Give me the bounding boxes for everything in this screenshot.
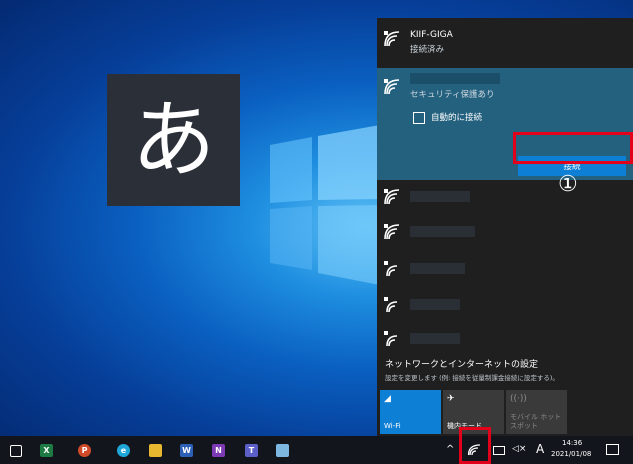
ime-mode-tray[interactable]: A <box>536 442 544 456</box>
network-item[interactable] <box>377 250 633 286</box>
network-name-redacted <box>410 226 475 237</box>
wifi-secured-icon <box>384 31 400 47</box>
network-flyout: KIIF-GIGA 接続済み セキュリティ保護あり 自動的に接続 接続 ネットワ… <box>377 18 633 436</box>
app-icon[interactable] <box>276 444 289 457</box>
clock-time[interactable]: 14:36 <box>562 439 582 447</box>
wifi-secured-icon <box>384 189 400 205</box>
highlight-network-tray-icon <box>459 427 491 464</box>
auto-connect-label: 自動的に接続 <box>431 113 483 123</box>
wifi-secured-icon <box>384 79 400 95</box>
tray-overflow-chevron[interactable]: ^ <box>446 444 454 455</box>
wifi-secured-icon <box>384 331 398 347</box>
task-view-icon[interactable] <box>10 445 22 457</box>
wifi-secured-icon <box>384 224 400 240</box>
battery-icon[interactable] <box>493 446 505 455</box>
network-name-redacted <box>410 73 500 84</box>
network-status: 接続済み <box>410 45 445 55</box>
network-item[interactable] <box>377 214 633 250</box>
mobile-hotspot-toggle[interactable]: ((·)) モバイル ホットスポット <box>506 390 567 434</box>
network-security: セキュリティ保護あり <box>410 90 495 100</box>
network-name-redacted <box>410 263 465 274</box>
hotspot-icon: ((·)) <box>510 394 527 404</box>
taskbar: X P e W N T ^ ◁× A 14:36 2021/01/08 <box>0 436 633 464</box>
highlight-connect-button <box>513 132 633 164</box>
network-item[interactable] <box>377 286 633 322</box>
clock-date[interactable]: 2021/01/08 <box>551 450 591 458</box>
notification-icon[interactable] <box>606 444 619 455</box>
network-name-redacted <box>410 299 460 310</box>
step-marker-1: ① <box>558 172 578 197</box>
teams-icon[interactable]: T <box>245 444 258 457</box>
network-settings-description: 設定を変更します (例: 接続を従量制課金接続に設定する)。 <box>385 374 559 382</box>
mobile-hotspot-label: モバイル ホットスポット <box>510 413 562 430</box>
excel-icon[interactable]: X <box>40 444 53 457</box>
ime-mode-indicator: あ <box>107 74 240 206</box>
powerpoint-icon[interactable]: P <box>78 444 91 457</box>
wifi-toggle[interactable]: ◢ Wi-Fi <box>380 390 441 434</box>
wifi-toggle-label: Wi-Fi <box>384 421 401 430</box>
network-settings-link[interactable]: ネットワークとインターネットの設定 <box>385 357 538 370</box>
edge-icon[interactable]: e <box>117 444 130 457</box>
network-name-redacted <box>410 191 470 202</box>
ime-character: あ <box>131 91 216 189</box>
wifi-icon: ◢ <box>384 394 391 404</box>
airplane-icon: ✈ <box>447 394 455 404</box>
network-name: KIIF-GIGA <box>410 30 453 40</box>
onenote-icon[interactable]: N <box>212 444 225 457</box>
volume-icon[interactable]: ◁× <box>512 444 526 454</box>
auto-connect-checkbox[interactable] <box>413 112 425 124</box>
wifi-secured-icon <box>384 297 398 313</box>
network-item[interactable] <box>377 180 633 214</box>
network-item-kiif-giga[interactable]: KIIF-GIGA 接続済み <box>377 18 633 68</box>
network-name-redacted <box>410 333 460 344</box>
file-explorer-icon[interactable] <box>149 444 162 457</box>
wifi-secured-icon <box>384 261 398 277</box>
word-icon[interactable]: W <box>180 444 193 457</box>
network-item[interactable] <box>377 322 633 354</box>
windows-logo <box>270 125 380 285</box>
